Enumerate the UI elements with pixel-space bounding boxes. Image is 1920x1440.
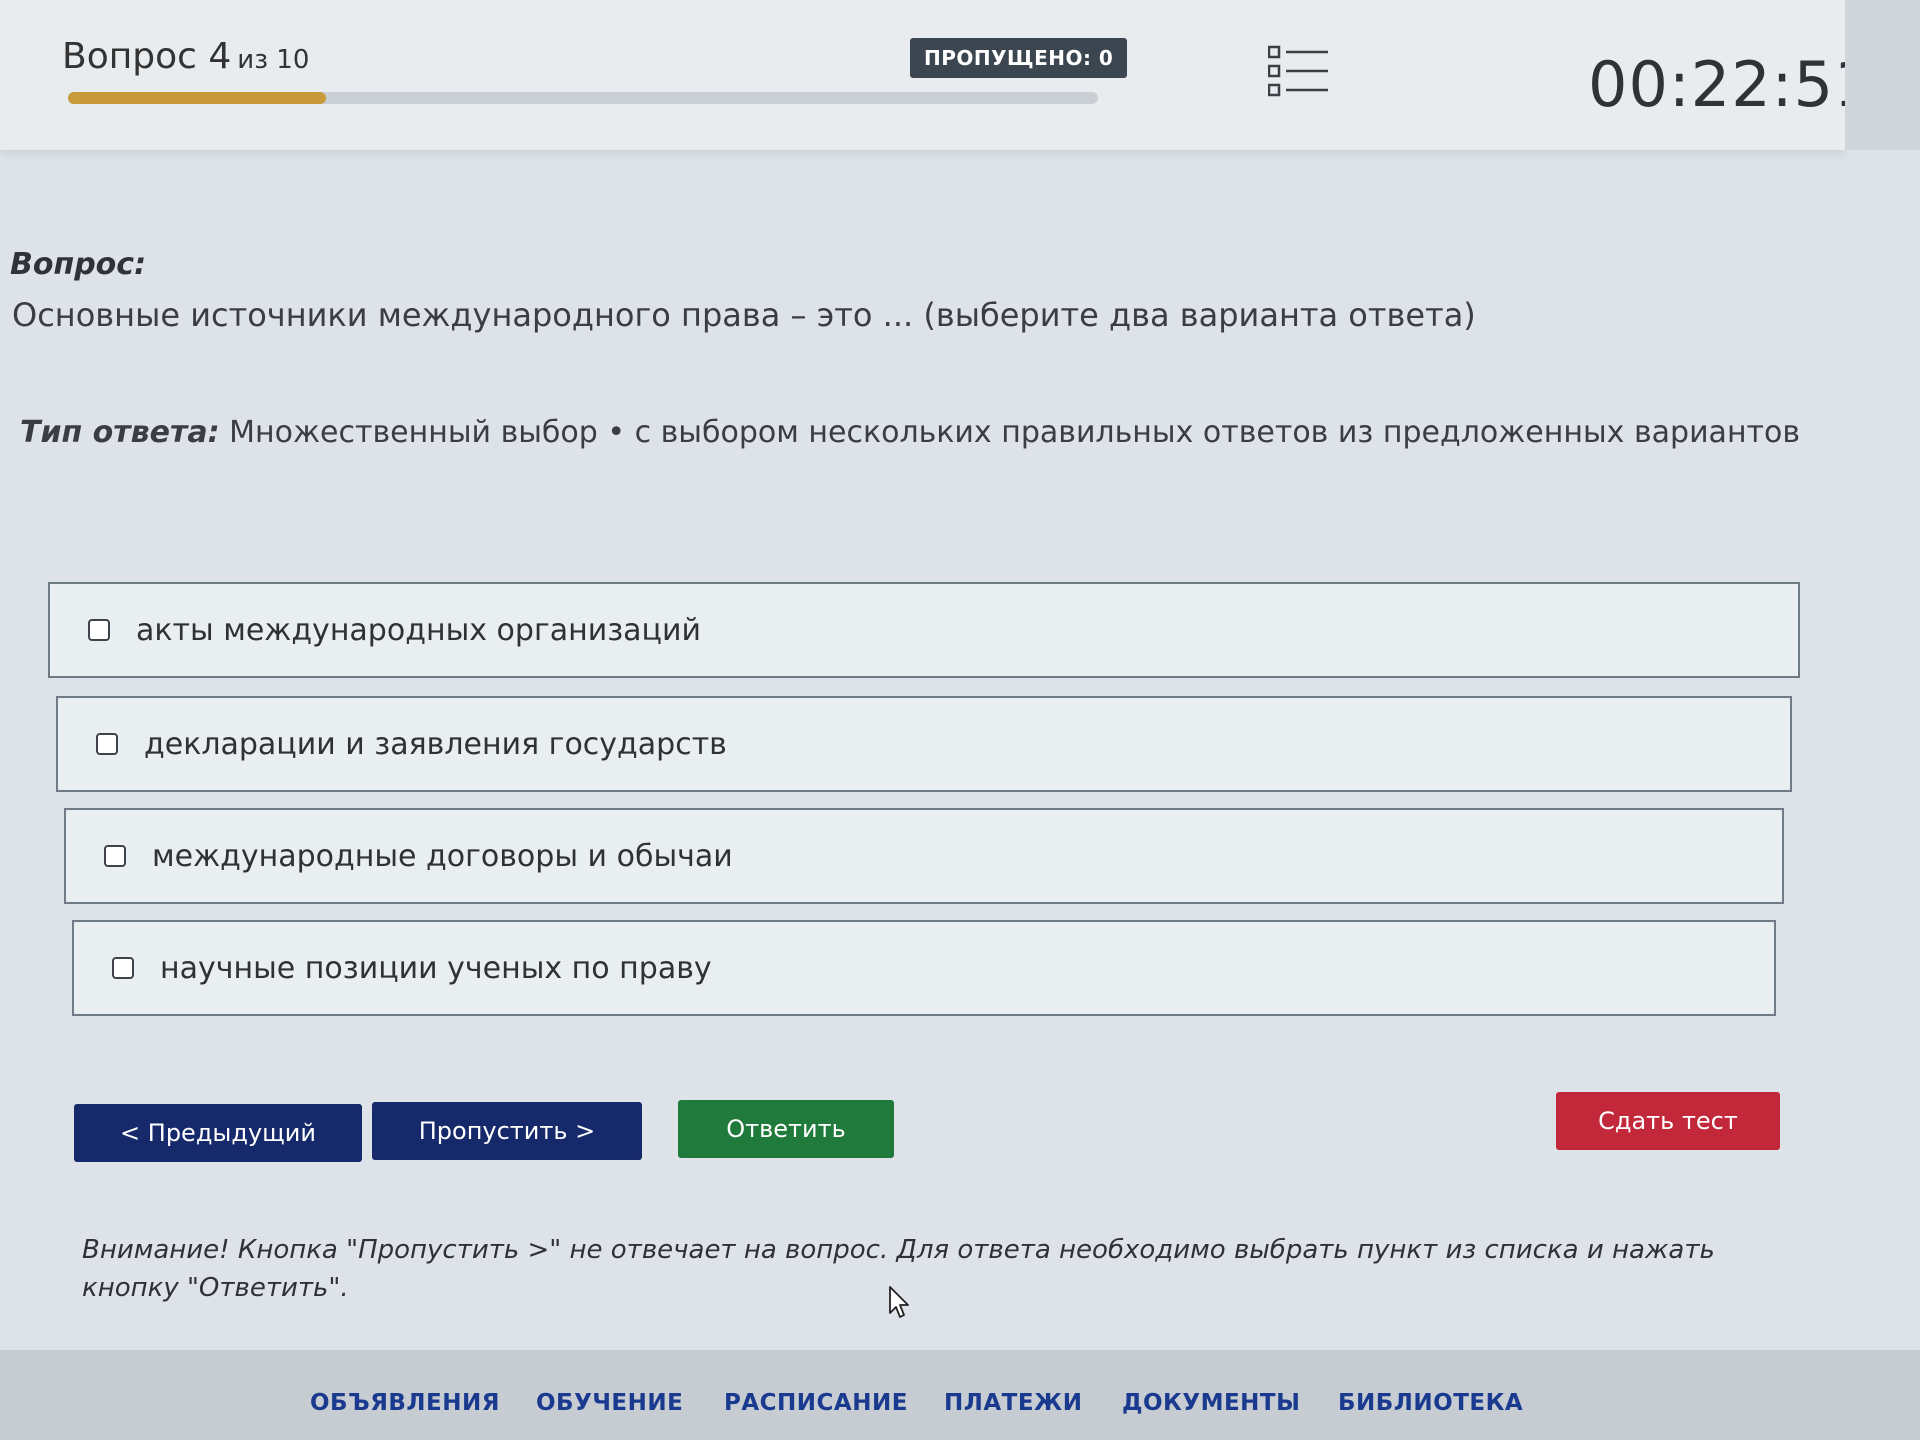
answer-option-4[interactable]: научные позиции ученых по праву (72, 920, 1776, 1016)
question-list-icon[interactable] (1267, 45, 1330, 99)
footer-link-documents[interactable]: ДОКУМЕНТЫ (1122, 1390, 1300, 1416)
skipped-badge: ПРОПУЩЕНО: 0 (910, 38, 1128, 78)
question-total: из 10 (237, 45, 310, 75)
progress-fill (68, 92, 326, 104)
timer: 00:22:51 (1588, 48, 1875, 121)
answer-option-3[interactable]: международные договоры и обычаи (64, 808, 1784, 904)
header-bar: Вопрос 4 из 10 ПРОПУЩЕНО: 0 00:22:51 (0, 0, 1873, 150)
question-label: Вопрос: (10, 247, 147, 282)
answer-option-label: международные договоры и обычаи (152, 838, 733, 874)
footer-link-library[interactable]: БИБЛИОТЕКА (1338, 1390, 1523, 1416)
answer-option-label: декларации и заявления государств (144, 726, 727, 762)
answer-type-text: Множественный выбор • с выбором нескольк… (229, 415, 1801, 450)
question-number: 4 (208, 36, 232, 77)
skip-button[interactable]: Пропустить > (372, 1102, 642, 1160)
answer-button[interactable]: Ответить (678, 1100, 894, 1158)
checkbox-icon[interactable] (96, 733, 118, 755)
checkbox-icon[interactable] (112, 957, 134, 979)
answer-option-label: акты международных организаций (136, 612, 701, 648)
footer-link-schedule[interactable]: РАСПИСАНИЕ (724, 1390, 908, 1416)
mouse-pointer-icon (888, 1285, 910, 1319)
answer-type: Тип ответа: Множественный выбор • с выбо… (20, 415, 1800, 450)
question-counter: Вопрос 4 из 10 (62, 36, 309, 77)
footer-link-payments[interactable]: ПЛАТЕЖИ (944, 1390, 1082, 1416)
answer-option-1[interactable]: акты международных организаций (48, 582, 1800, 678)
footer-link-announcements[interactable]: ОБЪЯВЛЕНИЯ (310, 1390, 500, 1416)
footer-link-education[interactable]: ОБУЧЕНИЕ (536, 1390, 683, 1416)
answer-option-label: научные позиции ученых по праву (160, 950, 712, 986)
submit-test-button[interactable]: Сдать тест (1556, 1092, 1780, 1150)
answer-option-2[interactable]: декларации и заявления государств (56, 696, 1792, 792)
checkbox-icon[interactable] (88, 619, 110, 641)
header-edge (1845, 0, 1920, 150)
question-text: Основные источники международного права … (12, 296, 1476, 334)
progress-bar (68, 92, 1098, 104)
answer-type-label: Тип ответа: (20, 415, 220, 450)
question-word: Вопрос (62, 36, 197, 77)
checkbox-icon[interactable] (104, 845, 126, 867)
previous-button[interactable]: < Предыдущий (74, 1104, 362, 1162)
